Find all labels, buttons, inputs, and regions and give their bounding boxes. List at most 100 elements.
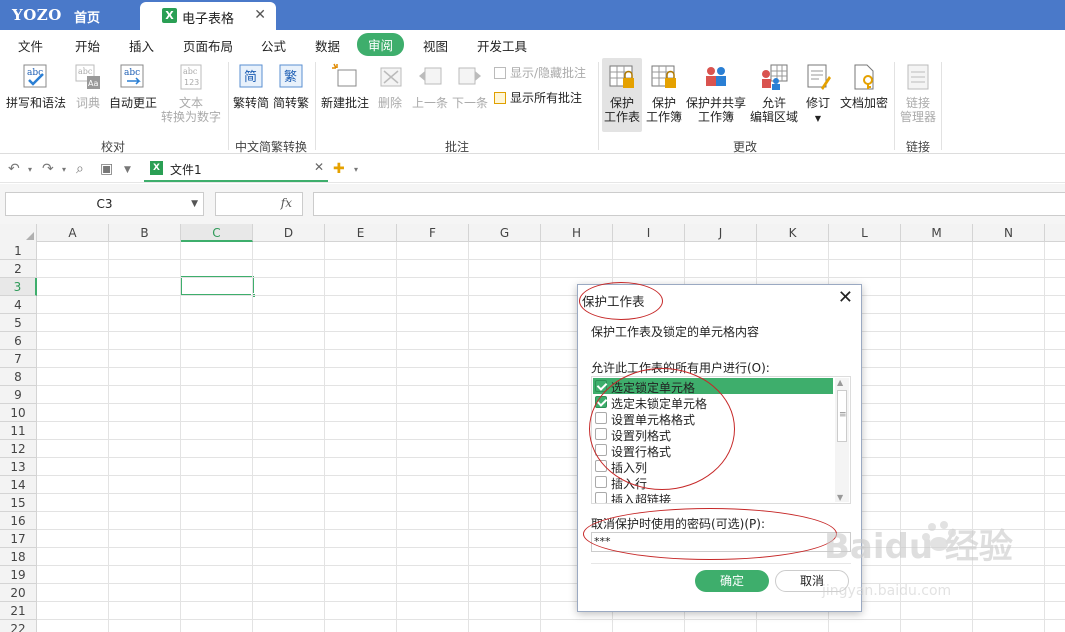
menu-home[interactable]: 开始 <box>75 36 100 55</box>
simp-to-trad-button[interactable]: 繁 简转繁 <box>271 62 311 110</box>
close-file-tab-icon[interactable]: ✕ <box>314 160 324 174</box>
spell-check-button[interactable]: abc 拼写和语法 <box>4 62 68 110</box>
checkbox-unchecked[interactable] <box>595 444 607 456</box>
row-header[interactable]: 3 <box>0 278 37 296</box>
column-header[interactable]: K <box>757 224 829 242</box>
link-manager-button[interactable]: 链接 管理器 <box>897 62 939 124</box>
allow-edit-ranges-button[interactable]: 允许 编辑区域 <box>748 62 800 124</box>
menu-page-layout[interactable]: 页面布局 <box>183 36 233 55</box>
row-header[interactable]: 14 <box>0 476 37 494</box>
show-all-comments-button[interactable]: 显示所有批注 <box>494 89 582 106</box>
row-header[interactable]: 1 <box>0 242 37 260</box>
row-header[interactable]: 2 <box>0 260 37 278</box>
file-tab[interactable]: X 文件1 ✕ <box>144 155 328 182</box>
delete-comment-button[interactable]: 删除 <box>373 62 407 110</box>
row-header[interactable]: 9 <box>0 386 37 404</box>
column-header[interactable]: E <box>325 224 397 242</box>
column-header[interactable]: A <box>37 224 109 242</box>
scroll-down-icon[interactable]: ▼ <box>837 493 843 502</box>
row-header[interactable]: 13 <box>0 458 37 476</box>
checkbox-unchecked[interactable] <box>595 460 607 472</box>
permission-item[interactable]: 插入超链接 <box>593 490 833 503</box>
dictionary-button[interactable]: abc Aa 词典 <box>70 62 106 110</box>
menu-developer[interactable]: 开发工具 <box>477 36 527 55</box>
trad-to-simp-button[interactable]: 简 繁转简 <box>231 62 271 110</box>
convert-to-number-button[interactable]: abc 123 文本 转换为数字 <box>160 62 222 124</box>
checkbox-checked[interactable] <box>595 380 607 392</box>
permission-item[interactable]: 设置列格式 <box>593 426 833 443</box>
close-icon[interactable]: ✕ <box>838 287 853 308</box>
menu-insert[interactable]: 插入 <box>129 36 154 55</box>
row-header[interactable]: 21 <box>0 602 37 620</box>
column-header[interactable]: I <box>613 224 685 242</box>
permissions-list[interactable]: 选定锁定单元格 选定未锁定单元格 设置单元格格式 设置列格式 设置行格式 插入列 插入行 插入… <box>591 376 851 504</box>
row-header[interactable]: 5 <box>0 314 37 332</box>
row-header[interactable]: 18 <box>0 548 37 566</box>
checkbox-unchecked[interactable] <box>595 476 607 488</box>
print-preview-icon[interactable]: ⌕ <box>76 161 84 177</box>
row-header[interactable]: 6 <box>0 332 37 350</box>
row-header[interactable]: 16 <box>0 512 37 530</box>
permission-item[interactable]: 插入行 <box>593 474 833 491</box>
row-header[interactable]: 10 <box>0 404 37 422</box>
column-header[interactable]: B <box>109 224 181 242</box>
permission-item[interactable]: 选定锁定单元格 <box>593 378 833 395</box>
save-icon[interactable]: ▣ <box>100 161 113 177</box>
row-header[interactable]: 15 <box>0 494 37 512</box>
prev-comment-button[interactable]: 上一条 <box>410 62 450 110</box>
show-hide-comment-button[interactable]: 显示/隐藏批注 <box>494 64 586 81</box>
row-header[interactable]: 4 <box>0 296 37 314</box>
checkbox-unchecked[interactable] <box>595 492 607 503</box>
permission-item[interactable]: 设置单元格格式 <box>593 410 833 427</box>
new-dropdown-icon[interactable]: ▾ <box>354 165 358 174</box>
home-tab[interactable]: 首页 <box>74 7 100 26</box>
menu-data[interactable]: 数据 <box>315 36 340 55</box>
autocorrect-button[interactable]: abc 自动更正 <box>106 62 160 110</box>
new-comment-button[interactable]: 新建批注 <box>319 62 371 110</box>
column-header[interactable]: F <box>397 224 469 242</box>
undo-icon[interactable]: ↶ <box>8 161 20 177</box>
next-comment-button[interactable]: 下一条 <box>450 62 490 110</box>
customize-toolbar-icon[interactable]: ▼ <box>124 165 131 175</box>
row-header[interactable]: 22 <box>0 620 37 632</box>
column-header[interactable]: J <box>685 224 757 242</box>
column-header[interactable]: L <box>829 224 901 242</box>
permissions-scrollbar[interactable]: ▲ ≡ ▼ <box>835 378 849 502</box>
redo-icon[interactable]: ↷ <box>42 161 54 177</box>
document-tab[interactable]: X 电子表格 ✕ <box>140 2 276 30</box>
permission-item[interactable]: 选定未锁定单元格 <box>593 394 833 411</box>
row-header[interactable]: 19 <box>0 566 37 584</box>
menu-review[interactable]: 审阅 <box>357 33 405 56</box>
column-header[interactable]: D <box>253 224 325 242</box>
menu-formulas[interactable]: 公式 <box>261 36 286 55</box>
scroll-up-icon[interactable]: ▲ <box>837 378 843 387</box>
checkbox-unchecked[interactable] <box>595 428 607 440</box>
formula-input[interactable] <box>313 192 1065 216</box>
name-box[interactable]: C3 ▼ <box>5 192 204 216</box>
new-document-icon[interactable]: ✚ <box>333 161 345 177</box>
row-header[interactable]: 20 <box>0 584 37 602</box>
row-header[interactable]: 12 <box>0 440 37 458</box>
protect-workbook-button[interactable]: 保护 工作簿 <box>643 62 685 124</box>
scroll-thumb[interactable]: ≡ <box>837 390 847 442</box>
checkbox-checked[interactable] <box>595 396 607 408</box>
column-header[interactable]: C <box>181 224 253 242</box>
function-box[interactable]: fx <box>215 192 303 216</box>
redo-dropdown-icon[interactable]: ▾ <box>62 165 66 174</box>
column-header[interactable]: G <box>469 224 541 242</box>
protect-sheet-button[interactable]: 保护 工作表 <box>602 62 642 124</box>
track-changes-button[interactable]: 修订 ▼ <box>802 62 834 126</box>
protect-share-workbook-button[interactable]: 保护并共享 工作簿 <box>684 62 748 124</box>
row-header[interactable]: 8 <box>0 368 37 386</box>
encrypt-document-button[interactable]: 文档加密 <box>838 62 890 110</box>
permission-item[interactable]: 插入列 <box>593 458 833 475</box>
selected-cell[interactable] <box>180 276 256 298</box>
select-all-corner[interactable] <box>0 224 37 242</box>
chevron-down-icon[interactable]: ▼ <box>191 193 198 215</box>
column-header[interactable]: M <box>901 224 973 242</box>
menu-file[interactable]: 文件 <box>18 36 43 55</box>
ok-button[interactable]: 确定 <box>695 570 769 592</box>
column-header[interactable]: H <box>541 224 613 242</box>
column-header[interactable]: N <box>973 224 1045 242</box>
function-icon[interactable]: fx <box>281 196 292 210</box>
